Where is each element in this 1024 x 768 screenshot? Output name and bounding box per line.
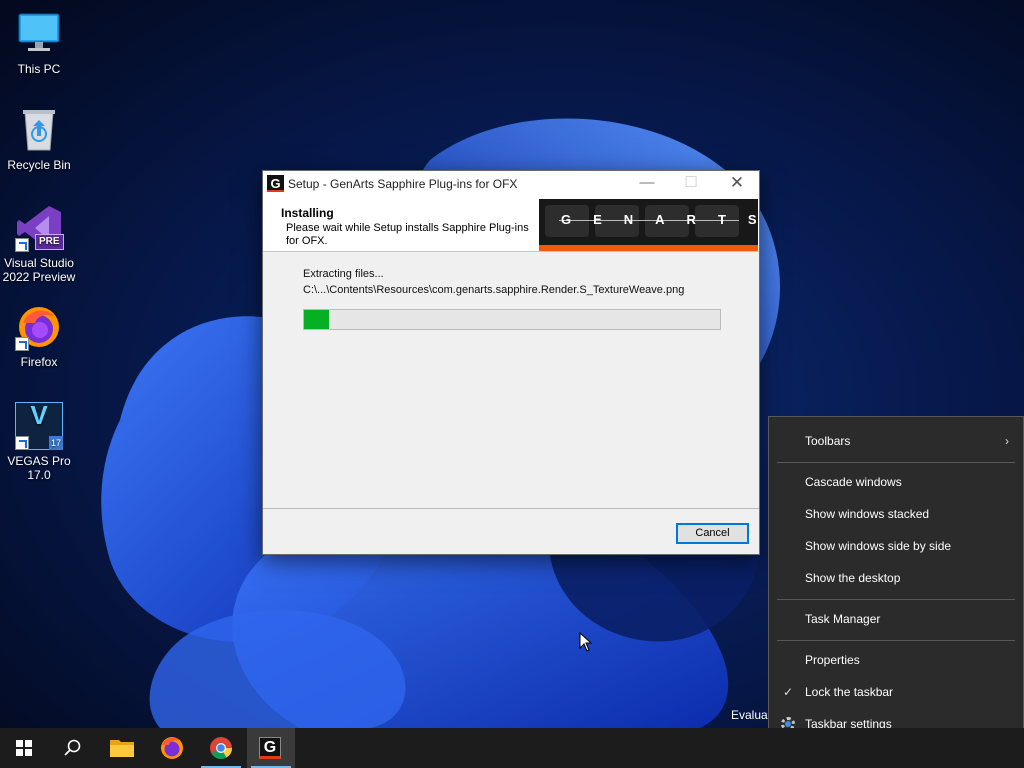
desktop-icon-this-pc[interactable]: This PC bbox=[1, 10, 77, 76]
taskbar-firefox[interactable] bbox=[148, 728, 196, 768]
desktop-icon-label: VEGAS Pro 17.0 bbox=[7, 454, 71, 482]
wizard-header: Installing Please wait while Setup insta… bbox=[263, 197, 759, 252]
menu-item-label: Task Manager bbox=[805, 612, 881, 626]
start-button[interactable] bbox=[0, 728, 48, 768]
genarts-logo-text: GENARTS bbox=[561, 212, 758, 227]
search-icon bbox=[64, 739, 81, 756]
menu-divider bbox=[777, 640, 1015, 641]
vegas-pro-icon: V 17 bbox=[15, 402, 63, 450]
page-description: Please wait while Setup installs Sapphir… bbox=[286, 222, 529, 247]
genarts-logo-banner: GENARTS bbox=[539, 199, 758, 251]
shortcut-arrow-icon bbox=[15, 337, 29, 351]
footer-divider bbox=[263, 508, 759, 509]
menu-item-label: Show windows stacked bbox=[805, 507, 930, 521]
menu-item-label: Show windows side by side bbox=[805, 539, 952, 553]
menu-item-label: Properties bbox=[805, 653, 860, 667]
mouse-cursor-icon bbox=[579, 632, 593, 652]
setup-window: G Setup - GenArts Sapphire Plug-ins for … bbox=[262, 170, 760, 555]
install-progress-bar bbox=[303, 309, 721, 330]
status-text: Extracting files... bbox=[303, 268, 384, 280]
menu-item-label: Show the desktop bbox=[805, 571, 901, 585]
chevron-right-icon: › bbox=[1005, 434, 1009, 448]
desktop-icon-label: Firefox bbox=[20, 355, 58, 369]
desktop-icon-visual-studio[interactable]: PRE Visual Studio 2022 Preview bbox=[1, 204, 77, 284]
desktop-icon-label: Recycle Bin bbox=[7, 158, 71, 172]
desktop-icon-label: This PC bbox=[17, 62, 61, 76]
taskbar-file-explorer[interactable] bbox=[98, 728, 146, 768]
desktop-icon-firefox[interactable]: Firefox bbox=[1, 303, 77, 369]
shortcut-arrow-icon bbox=[15, 238, 29, 252]
monitor-icon bbox=[15, 10, 63, 58]
menu-item-cascade-windows[interactable]: Cascade windows bbox=[769, 466, 1023, 498]
desktop-icon-label: Visual Studio 2022 Preview bbox=[2, 256, 76, 284]
menu-item-task-manager[interactable]: Task Manager bbox=[769, 603, 1023, 635]
taskbar-context-menu: Toolbars › Cascade windows Show windows … bbox=[768, 416, 1024, 748]
genarts-setup-icon: G bbox=[259, 737, 281, 759]
menu-item-show-the-desktop[interactable]: Show the desktop bbox=[769, 562, 1023, 594]
menu-item-label: Lock the taskbar bbox=[805, 685, 894, 699]
maximize-button: ☐ bbox=[684, 174, 698, 191]
current-file-path: C:\...\Contents\Resources\com.genarts.sa… bbox=[303, 284, 685, 296]
firefox-icon bbox=[161, 737, 183, 759]
close-button[interactable]: ✕ bbox=[715, 171, 759, 197]
genarts-app-icon: G bbox=[267, 175, 284, 192]
menu-item-properties[interactable]: Properties bbox=[769, 644, 1023, 676]
menu-divider bbox=[777, 462, 1015, 463]
recycle-bin-icon bbox=[15, 106, 63, 154]
menu-item-label: Cascade windows bbox=[805, 475, 902, 489]
visual-studio-icon: PRE bbox=[15, 204, 64, 252]
menu-item-label: Toolbars bbox=[805, 434, 851, 448]
menu-item-show-windows-side-by-side[interactable]: Show windows side by side bbox=[769, 530, 1023, 562]
menu-item-lock-the-taskbar[interactable]: ✓ Lock the taskbar bbox=[769, 676, 1023, 708]
taskbar-chrome[interactable] bbox=[197, 728, 245, 768]
checkmark-icon: ✓ bbox=[783, 685, 794, 699]
wizard-content: Extracting files... C:\...\Contents\Reso… bbox=[263, 253, 759, 509]
evaluation-watermark: Evaluat bbox=[731, 708, 772, 722]
search-button[interactable] bbox=[48, 728, 96, 768]
windows-start-icon bbox=[16, 740, 32, 756]
pre-badge: PRE bbox=[35, 234, 64, 250]
minimize-button[interactable]: — bbox=[625, 171, 669, 197]
page-title: Installing bbox=[281, 206, 334, 220]
cancel-button[interactable]: Cancel bbox=[676, 523, 749, 544]
vegas-letter: V bbox=[30, 400, 48, 430]
menu-item-toolbars[interactable]: Toolbars › bbox=[769, 425, 1023, 457]
taskbar: G bbox=[0, 728, 1024, 768]
progress-fill bbox=[304, 310, 329, 329]
file-explorer-icon bbox=[110, 740, 134, 757]
window-title: Setup - GenArts Sapphire Plug-ins for OF… bbox=[288, 177, 518, 191]
desktop-icon-vegas-pro[interactable]: V 17 VEGAS Pro 17.0 bbox=[1, 402, 77, 482]
chrome-icon bbox=[210, 737, 232, 759]
title-bar[interactable]: G Setup - GenArts Sapphire Plug-ins for … bbox=[263, 171, 759, 197]
menu-divider bbox=[777, 599, 1015, 600]
shortcut-arrow-icon bbox=[15, 436, 29, 450]
desktop-icon-recycle-bin[interactable]: Recycle Bin bbox=[1, 106, 77, 172]
firefox-icon bbox=[15, 303, 63, 351]
menu-item-show-windows-stacked[interactable]: Show windows stacked bbox=[769, 498, 1023, 530]
version-badge: 17 bbox=[48, 436, 63, 450]
taskbar-genarts-setup[interactable]: G bbox=[247, 728, 295, 768]
